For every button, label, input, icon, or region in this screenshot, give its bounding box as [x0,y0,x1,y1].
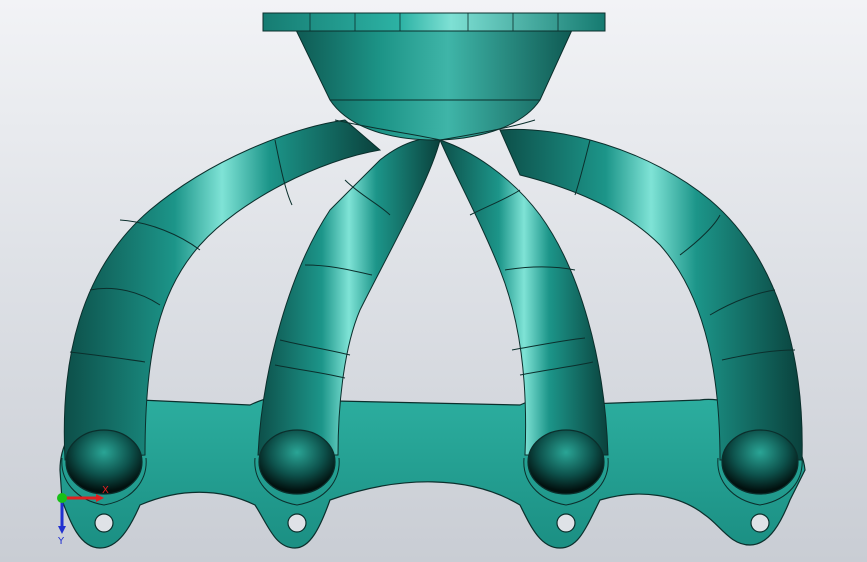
bottom-flange-plate [59,396,806,549]
triad-origin [57,493,67,503]
graphics-viewport[interactable]: X Y [0,0,867,562]
x-axis-label: X [102,485,109,496]
y-axis-label: Y [57,536,65,547]
exhaust-manifold-model[interactable] [0,0,867,562]
coordinate-triad: X Y [57,485,109,547]
top-flange [262,12,606,32]
bolt-holes [94,513,770,533]
